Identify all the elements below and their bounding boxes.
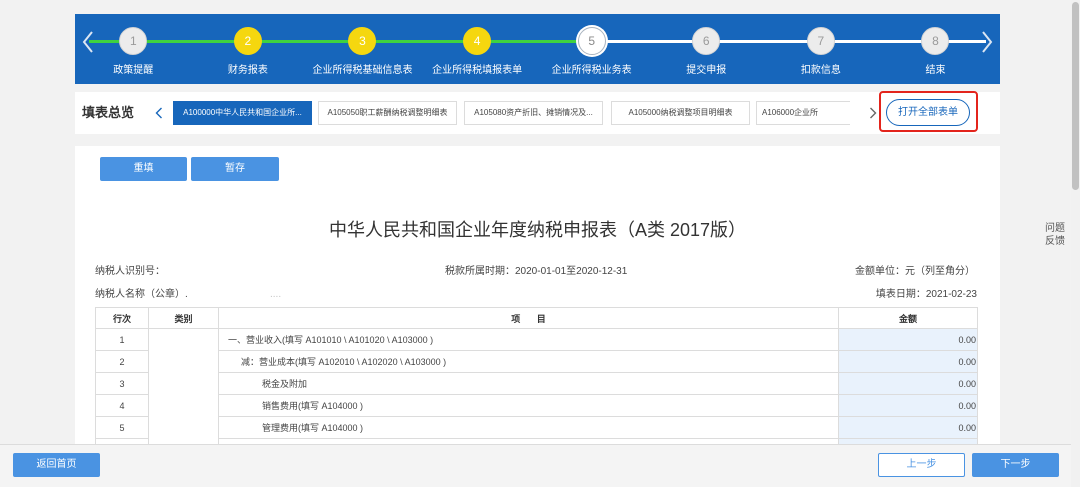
step-item-financial-statements[interactable]: 2 财务报表	[191, 14, 306, 84]
step-number: 8	[921, 27, 950, 55]
row-number: 4	[95, 394, 149, 417]
vertical-scrollbar[interactable]	[1071, 0, 1080, 487]
table-row: 5 管理费用(填写 A104000 ) 0.00	[95, 416, 978, 439]
tax-period: 税款所属时期：2020-01-01至2020-12-31	[445, 266, 628, 277]
amount-input[interactable]: 0.00	[838, 416, 978, 439]
save-draft-button[interactable]: 暂存	[191, 157, 279, 181]
amount-input[interactable]: 0.00	[838, 372, 978, 395]
taxpayer-id-label: 纳税人识别号：	[95, 266, 165, 277]
form-panel: 重填 暂存 中华人民共和国企业年度纳税申报表（A类 2017版） 纳税人识别号：…	[75, 146, 1000, 444]
row-number: 3	[95, 372, 149, 395]
scrollbar-thumb[interactable]	[1072, 2, 1079, 190]
form-nav-bar: 填表总览 A100000中华人民共和国企业所... A105050职工薪酬纳税调…	[75, 91, 1000, 134]
back-home-button[interactable]: 返回首页	[13, 453, 100, 477]
step-number: 5	[577, 27, 606, 55]
row-item: 税金及附加	[218, 372, 839, 395]
form-tab-a106000[interactable]: A106000企业所	[756, 101, 850, 125]
chevron-right-icon-graphic	[870, 107, 877, 119]
chevron-right-icon[interactable]	[869, 107, 877, 119]
step-item-finish[interactable]: 8 结束	[878, 14, 993, 84]
step-number: 4	[463, 27, 492, 55]
form-overview-title: 填表总览	[82, 105, 135, 120]
table-row: 2 减：营业成本(填写 A102010 \ A102020 \ A103000 …	[95, 350, 978, 373]
row-item: 管理费用(填写 A104000 )	[218, 416, 839, 439]
amount-input[interactable]: 0.00	[838, 328, 978, 351]
next-step-button[interactable]: 下一步	[972, 453, 1059, 477]
page-title: 中华人民共和国企业年度纳税申报表（A类 2017版）	[328, 220, 747, 240]
previous-step-button[interactable]: 上一步	[878, 453, 965, 477]
row-number: 2	[95, 350, 149, 373]
step-label: 结束	[925, 65, 946, 76]
category-cell	[148, 328, 219, 444]
amount-unit: 金额单位：元（列至角分）	[855, 266, 975, 277]
step-item-submit[interactable]: 6 提交申报	[649, 14, 764, 84]
row-item: 减：营业成本(填写 A102010 \ A102020 \ A103000 )	[218, 350, 839, 373]
row-number: 5	[95, 416, 149, 439]
step-item-basic-info[interactable]: 3 企业所得税基础信息表	[305, 14, 420, 84]
footer-bar: 返回首页 上一步 下一步	[0, 444, 1071, 487]
table-row: 1 一、营业收入(填写 A101010 \ A101020 \ A103000 …	[95, 328, 978, 444]
chevron-left-icon[interactable]	[155, 107, 163, 119]
table-row: 3 税金及附加 0.00	[95, 372, 978, 395]
chevron-left-icon[interactable]	[82, 30, 94, 54]
chevron-left-icon-graphic	[82, 31, 93, 53]
step-number: 7	[806, 27, 835, 55]
form-tab-a105000[interactable]: A105000纳税调整项目明细表	[611, 101, 750, 125]
chevron-left-icon-graphic	[155, 107, 162, 119]
taxpayer-name-value: ....	[270, 289, 282, 300]
column-header-row-number: 行次	[95, 307, 149, 329]
open-all-forms-button[interactable]: 打开全部表单	[886, 99, 970, 126]
form-tab-a105080[interactable]: A105080资产折旧、摊销情况及...	[464, 101, 603, 125]
progress-banner: 1 政策提醒 2 财务报表 3 企业所得税基础信息表 4 企业所得税填报表单 5…	[75, 14, 1000, 84]
fill-date: 填表日期：2021-02-23	[875, 289, 977, 300]
column-header-amount: 金额	[838, 307, 978, 329]
amount-input[interactable]: 0.00	[838, 350, 978, 373]
step-item-business-forms[interactable]: 5 企业所得税业务表	[534, 14, 649, 84]
step-number: 3	[348, 27, 377, 55]
feedback-label-line1: 问题	[1045, 223, 1065, 234]
column-header-category: 类别	[148, 307, 219, 329]
step-number: 6	[692, 27, 721, 55]
chevron-right-icon[interactable]	[981, 30, 993, 54]
step-number: 2	[233, 27, 262, 55]
step-number: 1	[119, 27, 148, 55]
step-list: 1 政策提醒 2 财务报表 3 企业所得税基础信息表 4 企业所得税填报表单 5…	[76, 14, 993, 84]
reset-button[interactable]: 重填	[100, 157, 187, 181]
chevron-right-icon-graphic	[982, 31, 993, 53]
feedback-label-line2: 反馈	[1045, 236, 1065, 247]
step-item-filing-forms[interactable]: 4 企业所得税填报表单	[420, 14, 535, 84]
row-number: 1	[95, 328, 149, 351]
form-tab-list: A100000中华人民共和国企业所... A105050职工薪酬纳税调整明细表 …	[173, 101, 850, 125]
step-item-payment[interactable]: 7 扣款信息	[764, 14, 879, 84]
table-row: 4 销售费用(填写 A104000 ) 0.00	[95, 394, 978, 417]
row-item: 一、营业收入(填写 A101010 \ A101020 \ A103000 )	[218, 328, 839, 351]
declaration-table: 行次 类别 项 目 金额 1 一、营业收入(填写 A101010 \ A1010…	[95, 307, 978, 444]
form-tab-a105050[interactable]: A105050职工薪酬纳税调整明细表	[318, 101, 457, 125]
feedback-widget[interactable]: 问题 反馈	[1043, 222, 1067, 248]
table-header-row: 行次 类别 项 目 金额	[95, 307, 978, 329]
form-tab-a100000[interactable]: A100000中华人民共和国企业所...	[173, 101, 312, 125]
amount-input[interactable]: 0.00	[838, 394, 978, 417]
taxpayer-name-label: 纳税人名称（公章）.	[95, 289, 188, 300]
column-header-item: 项 目	[218, 307, 839, 329]
row-item: 销售费用(填写 A104000 )	[218, 394, 839, 417]
